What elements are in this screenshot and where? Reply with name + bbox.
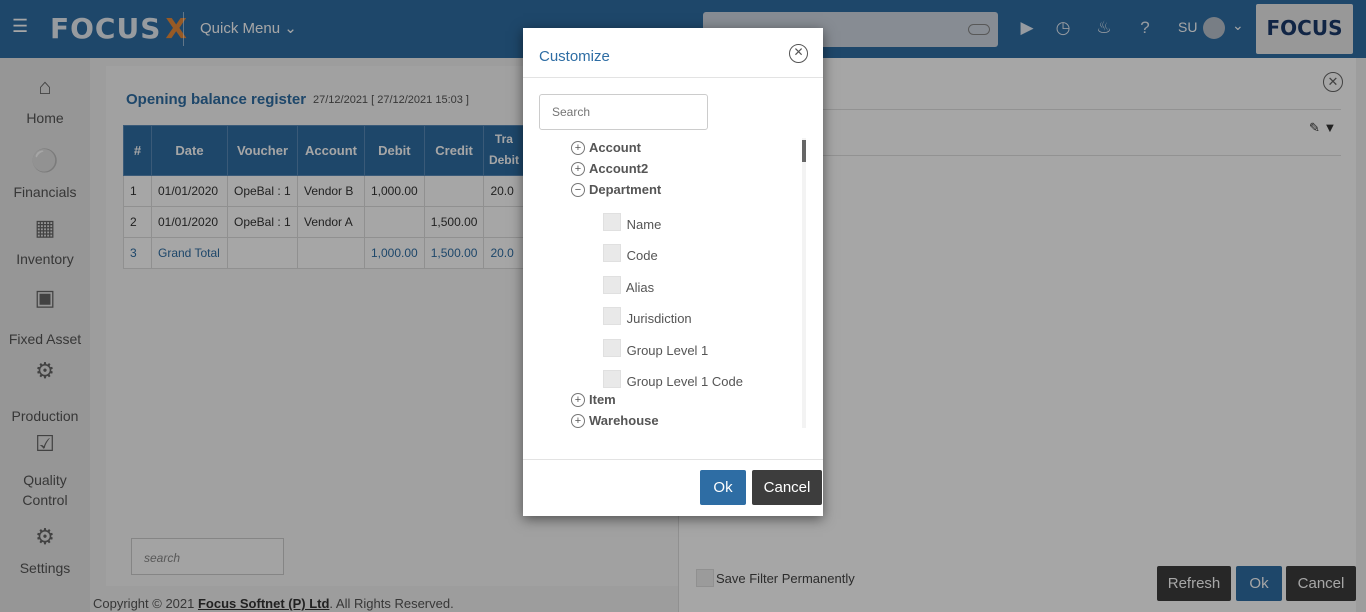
checkbox[interactable]	[603, 307, 621, 325]
close-icon[interactable]: ✕	[789, 44, 808, 63]
collapse-icon[interactable]: −	[571, 183, 585, 197]
cancel-button[interactable]: Cancel	[752, 470, 822, 505]
expand-icon[interactable]: +	[571, 393, 585, 407]
tree-node-account2[interactable]: + Account2	[571, 161, 648, 176]
ok-button[interactable]: Ok	[700, 470, 746, 505]
tree-node-department[interactable]: − Department	[571, 182, 661, 197]
expand-icon[interactable]: +	[571, 141, 585, 155]
tree-node-item[interactable]: + Item	[571, 392, 616, 407]
divider	[523, 459, 823, 460]
expand-icon[interactable]: +	[571, 162, 585, 176]
scrollbar-thumb[interactable]	[802, 140, 806, 162]
checkbox[interactable]	[603, 339, 621, 357]
customize-dialog: Customize ✕ +Account +Account2 −Departme…	[523, 28, 823, 516]
expand-icon[interactable]: +	[571, 414, 585, 428]
checkbox[interactable]	[603, 213, 621, 231]
field-search-input[interactable]	[539, 94, 708, 130]
checkbox[interactable]	[603, 370, 621, 388]
checkbox[interactable]	[603, 276, 621, 294]
field-tree: + Account + Account2 − Department Name Code…	[539, 138, 809, 428]
field-option[interactable]: Group Level 1 Code	[603, 370, 743, 389]
field-option[interactable]: Name	[603, 213, 661, 232]
field-option[interactable]: Jurisdiction	[603, 307, 692, 326]
tree-node-warehouse[interactable]: + Warehouse	[571, 413, 659, 428]
tree-node-account[interactable]: + Account	[571, 140, 641, 155]
field-option[interactable]: Alias	[603, 276, 654, 295]
divider	[523, 77, 823, 78]
field-option[interactable]: Group Level 1	[603, 339, 708, 358]
checkbox[interactable]	[603, 244, 621, 262]
field-option[interactable]: Code	[603, 244, 658, 263]
tree-scrollbar[interactable]	[802, 138, 806, 428]
dialog-title: Customize	[539, 48, 610, 65]
